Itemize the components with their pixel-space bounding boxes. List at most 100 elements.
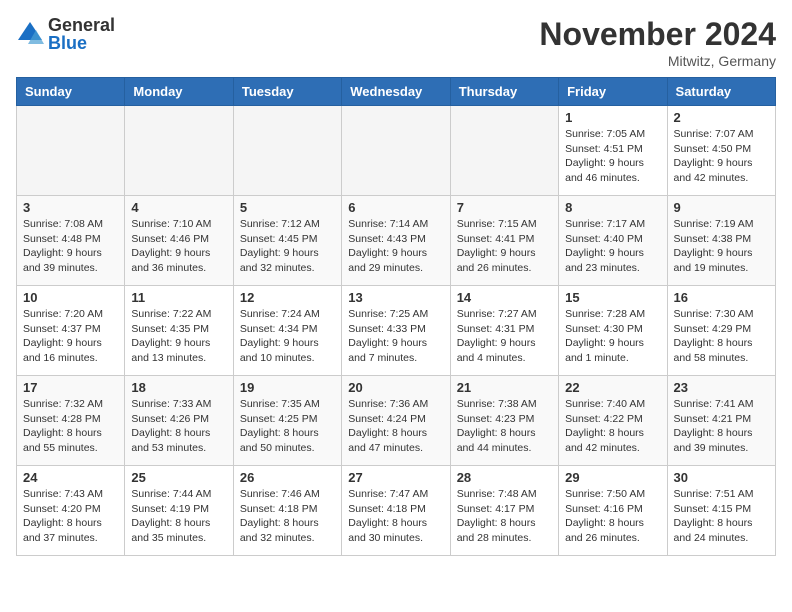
logo-icon [16,20,44,48]
day-number: 14 [457,290,552,305]
day-number: 12 [240,290,335,305]
day-info: Sunrise: 7:35 AM Sunset: 4:25 PM Dayligh… [240,397,335,456]
calendar-cell [17,106,125,196]
day-info: Sunrise: 7:14 AM Sunset: 4:43 PM Dayligh… [348,217,443,276]
calendar-cell: 20 Sunrise: 7:36 AM Sunset: 4:24 PM Dayli… [342,376,450,466]
day-info: Sunrise: 7:33 AM Sunset: 4:26 PM Dayligh… [131,397,226,456]
logo-blue-text: Blue [48,34,115,52]
day-info: Sunrise: 7:17 AM Sunset: 4:40 PM Dayligh… [565,217,660,276]
calendar-cell [125,106,233,196]
day-number: 5 [240,200,335,215]
logo-general-text: General [48,16,115,34]
calendar-cell: 2 Sunrise: 7:07 AM Sunset: 4:50 PM Daylig… [667,106,775,196]
day-info: Sunrise: 7:40 AM Sunset: 4:22 PM Dayligh… [565,397,660,456]
calendar-cell: 11 Sunrise: 7:22 AM Sunset: 4:35 PM Dayli… [125,286,233,376]
calendar-cell [450,106,558,196]
day-number: 24 [23,470,118,485]
calendar-cell: 17 Sunrise: 7:32 AM Sunset: 4:28 PM Dayli… [17,376,125,466]
day-info: Sunrise: 7:32 AM Sunset: 4:28 PM Dayligh… [23,397,118,456]
day-info: Sunrise: 7:50 AM Sunset: 4:16 PM Dayligh… [565,487,660,546]
month-title: November 2024 [539,16,776,53]
calendar-cell: 16 Sunrise: 7:30 AM Sunset: 4:29 PM Dayli… [667,286,775,376]
day-number: 21 [457,380,552,395]
calendar-header-sunday: Sunday [17,78,125,106]
day-info: Sunrise: 7:38 AM Sunset: 4:23 PM Dayligh… [457,397,552,456]
calendar-cell: 12 Sunrise: 7:24 AM Sunset: 4:34 PM Dayli… [233,286,341,376]
day-number: 23 [674,380,769,395]
calendar-cell [342,106,450,196]
day-number: 28 [457,470,552,485]
day-number: 26 [240,470,335,485]
calendar-week-2: 3 Sunrise: 7:08 AM Sunset: 4:48 PM Daylig… [17,196,776,286]
day-number: 17 [23,380,118,395]
calendar-cell: 15 Sunrise: 7:28 AM Sunset: 4:30 PM Dayli… [559,286,667,376]
calendar-week-3: 10 Sunrise: 7:20 AM Sunset: 4:37 PM Dayli… [17,286,776,376]
day-info: Sunrise: 7:30 AM Sunset: 4:29 PM Dayligh… [674,307,769,366]
day-number: 18 [131,380,226,395]
day-info: Sunrise: 7:24 AM Sunset: 4:34 PM Dayligh… [240,307,335,366]
calendar-header-wednesday: Wednesday [342,78,450,106]
day-info: Sunrise: 7:46 AM Sunset: 4:18 PM Dayligh… [240,487,335,546]
calendar-cell: 25 Sunrise: 7:44 AM Sunset: 4:19 PM Dayli… [125,466,233,556]
day-info: Sunrise: 7:08 AM Sunset: 4:48 PM Dayligh… [23,217,118,276]
day-number: 15 [565,290,660,305]
calendar-cell: 29 Sunrise: 7:50 AM Sunset: 4:16 PM Dayli… [559,466,667,556]
calendar-cell: 9 Sunrise: 7:19 AM Sunset: 4:38 PM Daylig… [667,196,775,286]
day-info: Sunrise: 7:36 AM Sunset: 4:24 PM Dayligh… [348,397,443,456]
day-info: Sunrise: 7:43 AM Sunset: 4:20 PM Dayligh… [23,487,118,546]
logo-text: General Blue [48,16,115,52]
day-info: Sunrise: 7:27 AM Sunset: 4:31 PM Dayligh… [457,307,552,366]
day-number: 4 [131,200,226,215]
day-info: Sunrise: 7:22 AM Sunset: 4:35 PM Dayligh… [131,307,226,366]
day-info: Sunrise: 7:28 AM Sunset: 4:30 PM Dayligh… [565,307,660,366]
day-number: 11 [131,290,226,305]
calendar-cell: 3 Sunrise: 7:08 AM Sunset: 4:48 PM Daylig… [17,196,125,286]
header: General Blue November 2024 Mitwitz, Germ… [16,16,776,69]
calendar-cell: 5 Sunrise: 7:12 AM Sunset: 4:45 PM Daylig… [233,196,341,286]
day-number: 8 [565,200,660,215]
calendar-header-row: SundayMondayTuesdayWednesdayThursdayFrid… [17,78,776,106]
calendar-cell: 14 Sunrise: 7:27 AM Sunset: 4:31 PM Dayli… [450,286,558,376]
logo: General Blue [16,16,115,52]
day-number: 9 [674,200,769,215]
calendar-cell: 21 Sunrise: 7:38 AM Sunset: 4:23 PM Dayli… [450,376,558,466]
day-number: 1 [565,110,660,125]
calendar-cell: 23 Sunrise: 7:41 AM Sunset: 4:21 PM Dayli… [667,376,775,466]
day-info: Sunrise: 7:07 AM Sunset: 4:50 PM Dayligh… [674,127,769,186]
day-info: Sunrise: 7:48 AM Sunset: 4:17 PM Dayligh… [457,487,552,546]
calendar-cell: 19Sunrise: 7:35 AM Sunset: 4:25 PM Dayli… [233,376,341,466]
day-info: Sunrise: 7:51 AM Sunset: 4:15 PM Dayligh… [674,487,769,546]
calendar-cell: 24 Sunrise: 7:43 AM Sunset: 4:20 PM Dayli… [17,466,125,556]
day-info: Sunrise: 7:44 AM Sunset: 4:19 PM Dayligh… [131,487,226,546]
day-info: Sunrise: 7:12 AM Sunset: 4:45 PM Dayligh… [240,217,335,276]
calendar-header-monday: Monday [125,78,233,106]
day-number: 7 [457,200,552,215]
day-number: 10 [23,290,118,305]
day-info: Sunrise: 7:20 AM Sunset: 4:37 PM Dayligh… [23,307,118,366]
calendar-week-5: 24 Sunrise: 7:43 AM Sunset: 4:20 PM Dayli… [17,466,776,556]
calendar: SundayMondayTuesdayWednesdayThursdayFrid… [16,77,776,556]
day-info: Sunrise: 7:05 AM Sunset: 4:51 PM Dayligh… [565,127,660,186]
day-number: 16 [674,290,769,305]
day-number: 20 [348,380,443,395]
day-info: Sunrise: 7:41 AM Sunset: 4:21 PM Dayligh… [674,397,769,456]
calendar-cell: 4Sunrise: 7:10 AM Sunset: 4:46 PM Daylig… [125,196,233,286]
calendar-cell: 30 Sunrise: 7:51 AM Sunset: 4:15 PM Dayli… [667,466,775,556]
day-number: 2 [674,110,769,125]
day-number: 6 [348,200,443,215]
calendar-week-4: 17 Sunrise: 7:32 AM Sunset: 4:28 PM Dayli… [17,376,776,466]
day-number: 25 [131,470,226,485]
calendar-cell: 22 Sunrise: 7:40 AM Sunset: 4:22 PM Dayli… [559,376,667,466]
day-number: 27 [348,470,443,485]
calendar-cell: 27Sunrise: 7:47 AM Sunset: 4:18 PM Dayli… [342,466,450,556]
day-number: 22 [565,380,660,395]
calendar-cell: 10 Sunrise: 7:20 AM Sunset: 4:37 PM Dayli… [17,286,125,376]
day-number: 3 [23,200,118,215]
day-info: Sunrise: 7:19 AM Sunset: 4:38 PM Dayligh… [674,217,769,276]
day-info: Sunrise: 7:15 AM Sunset: 4:41 PM Dayligh… [457,217,552,276]
day-number: 29 [565,470,660,485]
calendar-header-thursday: Thursday [450,78,558,106]
day-number: 30 [674,470,769,485]
calendar-cell: 8 Sunrise: 7:17 AM Sunset: 4:40 PM Daylig… [559,196,667,286]
day-info: Sunrise: 7:25 AM Sunset: 4:33 PM Dayligh… [348,307,443,366]
